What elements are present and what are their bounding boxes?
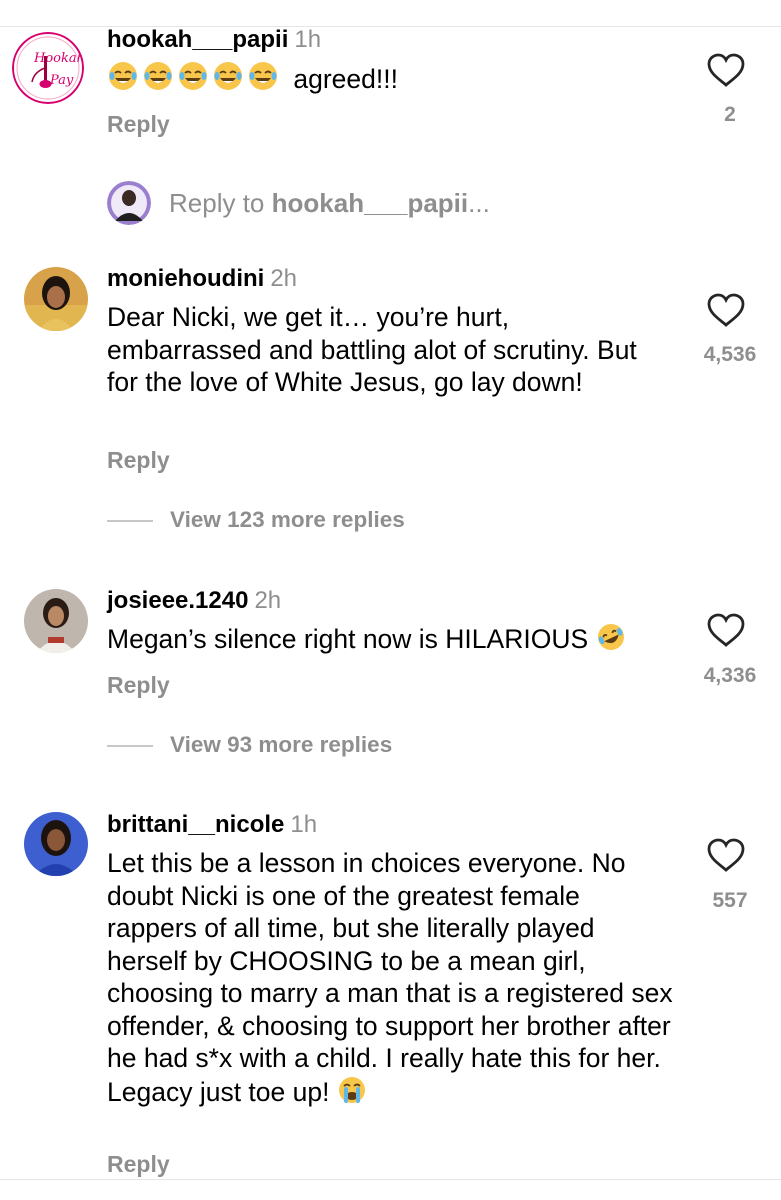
reply-to-username: hookah___papii bbox=[271, 188, 469, 218]
heart-icon[interactable] bbox=[707, 53, 745, 87]
logo-text: Hookah bbox=[33, 51, 84, 66]
reply-to-input[interactable]: Reply to hookah___papii... bbox=[169, 187, 490, 219]
username[interactable]: brittani__nicole bbox=[107, 811, 284, 838]
my-avatar bbox=[107, 181, 151, 225]
avatar[interactable] bbox=[24, 267, 88, 331]
reply-button[interactable]: Reply bbox=[107, 671, 170, 699]
comment-text: Let this be a lesson in choices everyone… bbox=[107, 847, 677, 1108]
joy-emoji bbox=[179, 62, 207, 90]
comment-meta: josieee.1240 2h bbox=[107, 586, 281, 616]
comment-body: Dear Nicki, we get it… you’re hurt, emba… bbox=[107, 302, 637, 397]
svg-text:Pay: Pay bbox=[49, 73, 74, 88]
view-replies-button[interactable]: View 93 more replies bbox=[170, 731, 392, 759]
heart-icon[interactable] bbox=[707, 838, 745, 872]
comment-meta: brittani__nicole 1h bbox=[107, 810, 317, 840]
timestamp: 1h bbox=[290, 811, 318, 838]
joy-emoji bbox=[249, 62, 277, 90]
joy-emoji bbox=[109, 62, 137, 90]
like-count[interactable]: 557 bbox=[690, 888, 770, 914]
loudly-crying-emoji bbox=[338, 1076, 365, 1103]
username[interactable]: josieee.1240 bbox=[107, 587, 248, 614]
bottom-divider bbox=[0, 1179, 781, 1180]
comment-text: Megan’s silence right now is HILARIOUS bbox=[107, 622, 682, 656]
rofl-emoji bbox=[597, 624, 624, 650]
reply-button[interactable]: Reply bbox=[107, 446, 170, 474]
avatar[interactable] bbox=[24, 812, 88, 876]
comment-body: Megan’s silence right now is HILARIOUS bbox=[107, 624, 589, 654]
timestamp: 2h bbox=[254, 587, 282, 614]
like-count[interactable]: 4,336 bbox=[690, 663, 770, 689]
comment-meta: hookah___papii 1h bbox=[107, 25, 321, 55]
view-replies-line bbox=[107, 745, 153, 747]
reply-button[interactable]: Reply bbox=[107, 110, 170, 138]
heart-icon[interactable] bbox=[707, 613, 745, 647]
comment-body: agreed!!! bbox=[293, 64, 398, 94]
like-count[interactable]: 4,536 bbox=[690, 342, 770, 368]
joy-emoji bbox=[144, 62, 172, 90]
joy-emoji bbox=[214, 62, 242, 90]
timestamp: 1h bbox=[294, 26, 322, 53]
view-replies-line bbox=[107, 520, 153, 522]
comment-meta: moniehoudini 2h bbox=[107, 264, 297, 294]
comment-body: Let this be a lesson in choices everyone… bbox=[107, 848, 673, 1107]
view-replies-button[interactable]: View 123 more replies bbox=[170, 506, 405, 534]
avatar[interactable]: Hookah Pay bbox=[12, 32, 84, 104]
timestamp: 2h bbox=[270, 265, 298, 292]
heart-icon[interactable] bbox=[707, 293, 745, 327]
avatar[interactable] bbox=[24, 589, 88, 653]
reply-button[interactable]: Reply bbox=[107, 1150, 170, 1178]
username[interactable]: hookah___papii bbox=[107, 26, 288, 53]
comment-text: agreed!!! bbox=[107, 60, 682, 96]
reply-to-prefix: Reply to bbox=[169, 188, 265, 218]
like-count[interactable]: 2 bbox=[690, 102, 770, 128]
reply-to-suffix: ... bbox=[468, 188, 490, 218]
username[interactable]: moniehoudini bbox=[107, 265, 264, 292]
